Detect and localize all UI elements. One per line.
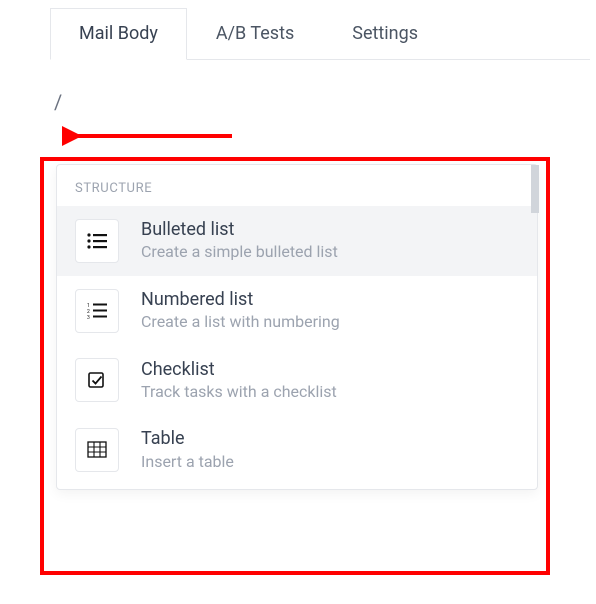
svg-text:3: 3	[87, 315, 90, 320]
menu-item-desc: Track tasks with a checklist	[141, 381, 337, 403]
slash-command-trigger: /	[50, 90, 62, 114]
annotation-arrow	[62, 124, 242, 148]
menu-item-table[interactable]: Table Insert a table	[57, 415, 537, 485]
menu-item-bulleted-list[interactable]: Bulleted list Create a simple bulleted l…	[57, 206, 537, 276]
menu-item-title: Numbered list	[141, 288, 340, 311]
menu-item-title: Bulleted list	[141, 218, 338, 241]
menu-item-title: Table	[141, 427, 234, 450]
menu-item-numbered-list[interactable]: 1 2 3 Numbered list Create a list with n…	[57, 276, 537, 346]
scrollbar-thumb[interactable]	[531, 165, 539, 213]
editor-area[interactable]: /	[50, 90, 596, 114]
table-icon	[75, 428, 119, 472]
checklist-icon	[75, 358, 119, 402]
tabs-bar: Mail Body A/B Tests Settings	[50, 8, 590, 60]
tab-mail-body[interactable]: Mail Body	[50, 8, 187, 60]
menu-item-desc: Insert a table	[141, 451, 234, 473]
menu-item-desc: Create a simple bulleted list	[141, 241, 338, 263]
menu-item-title: Checklist	[141, 358, 337, 381]
menu-section-header: STRUCTURE	[57, 165, 537, 206]
numbered-list-icon: 1 2 3	[75, 289, 119, 333]
menu-item-checklist[interactable]: Checklist Track tasks with a checklist	[57, 346, 537, 416]
tab-ab-tests[interactable]: A/B Tests	[187, 8, 323, 59]
bulleted-list-icon	[75, 219, 119, 263]
tab-settings[interactable]: Settings	[323, 8, 447, 59]
slash-menu-popup: STRUCTURE Bulleted list Create a simple …	[56, 164, 538, 490]
menu-item-desc: Create a list with numbering	[141, 311, 340, 333]
